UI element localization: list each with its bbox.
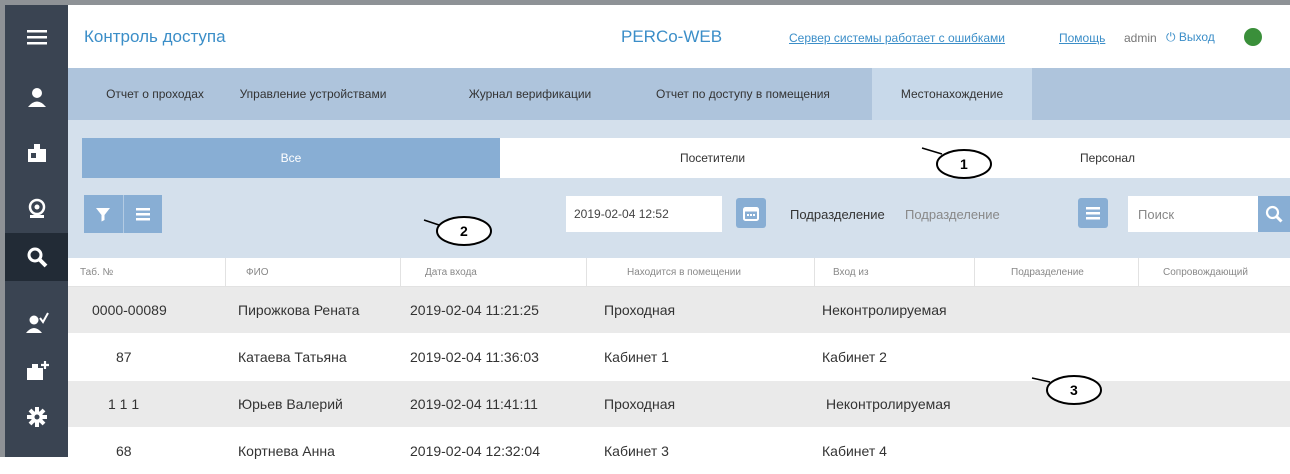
logout-link[interactable]: ⏻ Выход	[1166, 30, 1215, 45]
person-icon[interactable]	[5, 75, 68, 119]
list-icon	[135, 208, 150, 221]
filter-button[interactable]	[84, 195, 123, 233]
callout-3: 3	[1031, 375, 1102, 405]
cell-entry-date: 2019-02-04 12:32:04	[410, 443, 540, 459]
calendar-icon	[743, 207, 759, 221]
tab-device-control[interactable]: Управление устройствами	[224, 68, 402, 120]
cell-room: Проходная	[604, 396, 676, 412]
add-badge-icon[interactable]	[5, 349, 68, 393]
table-row[interactable]: 68 Кортнева Анна 2019-02-04 12:32:04 Каб…	[68, 428, 1290, 474]
cell-entry-from: Кабинет 2	[822, 349, 887, 365]
department-select-button[interactable]	[1078, 198, 1108, 228]
filter-panel: Все Посетители Персонал 2019-02-04 12:52…	[68, 120, 1290, 258]
tab-location[interactable]: Местонахождение	[872, 68, 1032, 120]
column-header[interactable]: Находится в помещении	[586, 258, 814, 286]
search-button[interactable]	[1258, 196, 1290, 232]
filter-icon	[96, 208, 111, 222]
columns-button[interactable]	[122, 195, 163, 233]
user-name: admin	[1124, 31, 1157, 45]
callout-number: 2	[460, 223, 468, 239]
column-header[interactable]: Вход из	[814, 258, 974, 286]
callout-1: 1	[921, 147, 992, 179]
table-header: Таб. № ФИО Дата входа Находится в помеще…	[68, 258, 1290, 287]
search-icon[interactable]	[5, 233, 68, 281]
column-header[interactable]: Сопровождающий	[1138, 258, 1290, 286]
cell-tab-number: 68	[116, 443, 132, 459]
list-icon	[1086, 207, 1100, 220]
column-header[interactable]: ФИО	[225, 258, 400, 286]
cell-entry-from: Кабинет 4	[822, 443, 887, 459]
callout-number: 3	[1070, 382, 1078, 398]
tab-bar: Отчет о проходах Управление устройствами…	[68, 68, 1290, 120]
person-check-icon[interactable]	[5, 301, 68, 345]
help-link[interactable]: Помощь	[1059, 31, 1105, 45]
cell-entry-from: Неконтролируемая	[822, 302, 947, 318]
segment-visitors[interactable]: Посетители	[500, 138, 925, 178]
cell-name: Катаева Татьяна	[238, 349, 347, 365]
idcard-icon[interactable]	[5, 187, 68, 231]
cell-entry-date: 2019-02-04 11:41:11	[410, 396, 538, 412]
column-header[interactable]: Подразделение	[974, 258, 1138, 286]
cell-name: Кортнева Анна	[238, 443, 335, 459]
header: Контроль доступа PERCo-WEB Сервер систем…	[68, 5, 1290, 68]
sidebar	[0, 5, 68, 457]
tab-pass-report[interactable]: Отчет о проходах	[86, 68, 224, 120]
toolbar-buttons	[84, 195, 162, 233]
department-input[interactable]: Подразделение	[905, 196, 1101, 232]
cell-room: Кабинет 1	[604, 349, 669, 365]
menu-icon[interactable]	[5, 15, 68, 59]
datetime-input[interactable]: 2019-02-04 12:52	[566, 196, 722, 232]
brand-name: PERCo-WEB	[621, 27, 723, 46]
department-label: Подразделение	[790, 207, 885, 222]
segment-all[interactable]: Все	[82, 138, 500, 178]
cell-tab-number: 0000-00089	[92, 302, 167, 318]
column-header[interactable]: Таб. №	[68, 258, 225, 286]
tab-room-access-report[interactable]: Отчет по доступу в помещения	[628, 68, 858, 120]
cell-name: Пирожкова Рената	[238, 302, 360, 318]
cell-room: Кабинет 3	[604, 443, 669, 459]
cell-name: Юрьев Валерий	[238, 396, 343, 412]
callout-2: 2	[423, 216, 492, 246]
badge-icon[interactable]	[5, 131, 68, 175]
server-status-link[interactable]: Сервер системы работает с ошибками	[789, 31, 1005, 45]
search-input[interactable]: Поиск	[1128, 196, 1258, 232]
status-indicator	[1244, 28, 1262, 46]
column-header[interactable]: Дата входа	[400, 258, 586, 286]
table-row[interactable]: 0000-00089 Пирожкова Рената 2019-02-04 1…	[68, 287, 1290, 333]
cell-tab-number: 1 1 1	[108, 396, 140, 412]
cell-entry-date: 2019-02-04 11:21:25	[410, 302, 539, 318]
callout-number: 1	[960, 156, 968, 172]
gear-icon[interactable]	[5, 395, 68, 439]
search-icon	[1265, 205, 1283, 223]
tab-verification-log[interactable]: Журнал верификации	[446, 68, 614, 120]
calendar-button[interactable]	[736, 198, 766, 228]
page-title: Контроль доступа	[84, 27, 226, 46]
cell-room: Проходная	[604, 302, 676, 318]
cell-entry-date: 2019-02-04 11:36:03	[410, 349, 539, 365]
cell-entry-from: Неконтролируемая	[826, 396, 951, 412]
cell-tab-number: 87	[116, 349, 132, 365]
